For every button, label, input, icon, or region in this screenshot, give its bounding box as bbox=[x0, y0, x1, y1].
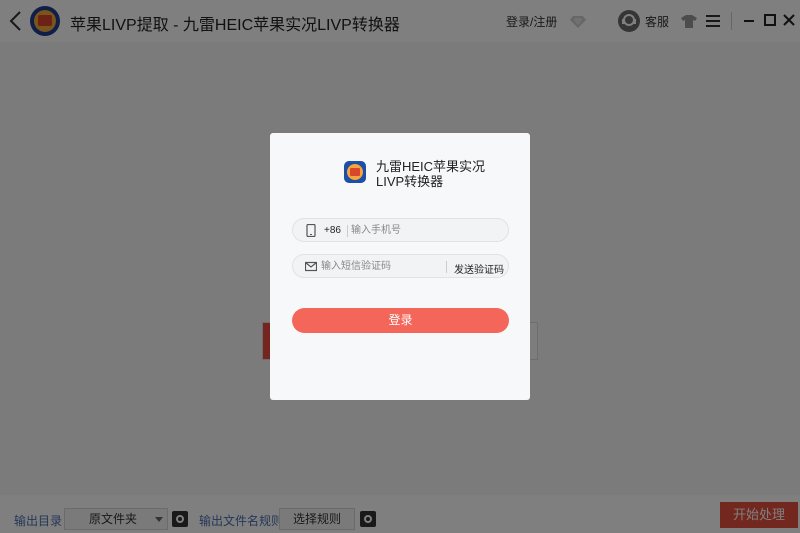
login-button[interactable]: 登录 bbox=[292, 308, 509, 333]
sms-code-input[interactable] bbox=[321, 258, 441, 274]
send-code-button[interactable]: 发送验证码 bbox=[454, 261, 504, 276]
modal-app-name: 九雷HEIC苹果实况LIVP转换器 bbox=[376, 159, 486, 189]
sms-code-field[interactable]: 发送验证码 bbox=[292, 254, 509, 278]
phone-icon bbox=[306, 224, 316, 237]
phone-input[interactable] bbox=[351, 222, 501, 238]
field-divider bbox=[347, 225, 348, 237]
login-modal: 九雷HEIC苹果实况LIVP转换器 +86 发送验证码 登录 bbox=[270, 133, 530, 400]
app-logo-icon bbox=[344, 161, 366, 183]
field-divider bbox=[446, 261, 447, 273]
phone-field[interactable]: +86 bbox=[292, 218, 509, 242]
mail-icon bbox=[305, 261, 317, 272]
country-code[interactable]: +86 bbox=[324, 225, 341, 236]
